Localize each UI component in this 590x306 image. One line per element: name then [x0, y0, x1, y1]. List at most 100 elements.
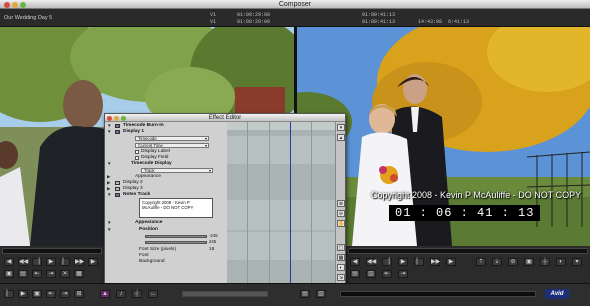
left-timecode-1[interactable]: 01:00:29:00 — [237, 12, 270, 18]
rec-overwrite-button[interactable]: ▥ — [366, 270, 376, 278]
effect-parameters-pane: ▼ Timecode Burn-In ▼ Display 1 Timecode … — [105, 122, 227, 285]
timeline-scale-slider[interactable] — [182, 291, 268, 297]
disclosure-triangle-icon[interactable]: ▼ — [107, 227, 111, 233]
source-transport-strip: ◀ ◀◀ ▕ ▶ ▏ ▶▶ ▶ ▣ ▤ ⇤ ⇥ ✕ ▦ — [0, 246, 104, 283]
disclosure-triangle-icon[interactable]: ▼ — [107, 161, 111, 167]
fast-forward-button[interactable]: ▶▶ — [74, 258, 84, 266]
reduce-icon[interactable]: ▾ — [337, 124, 345, 131]
go-to-out-button[interactable]: ⇥ — [46, 270, 56, 278]
keyframe-graph[interactable] — [227, 122, 335, 285]
rec-clip-button[interactable]: ▣ — [524, 258, 534, 266]
toolbar-record-icon[interactable]: ▲ — [100, 290, 110, 298]
position-x-slider[interactable] — [145, 235, 207, 238]
param-row-display1[interactable]: ▼ Display 1 — [105, 129, 227, 135]
play-button[interactable]: ▶ — [46, 258, 56, 266]
param-row-background[interactable]: Background — [105, 259, 227, 265]
effect-editor-titlebar[interactable]: Effect Editor — [105, 114, 345, 122]
param-row-timecode-display[interactable]: ▼ Timecode Display — [105, 161, 227, 167]
record-position-bar[interactable] — [348, 248, 588, 254]
param-label: Appearance — [135, 220, 163, 225]
step-back-button[interactable]: ◀ — [4, 258, 14, 266]
rec-render-button[interactable]: ◐ — [556, 258, 566, 266]
left-timecode-2[interactable]: 01:00:29:00 — [237, 19, 270, 25]
match-frame-button[interactable]: ▦ — [74, 270, 84, 278]
disclosure-triangle-icon[interactable]: ▼ — [107, 129, 111, 135]
current-time-dropdown[interactable]: Current Time — [135, 143, 209, 149]
rec-play-button[interactable]: ▶ — [398, 258, 408, 266]
toolbar-button-6[interactable]: ⊞ — [74, 290, 84, 298]
grid-line — [311, 122, 312, 285]
rec-go-out-button[interactable]: ⇥ — [398, 270, 408, 278]
source-position-bar[interactable] — [2, 248, 102, 254]
toolbar-button-2[interactable]: ▶ — [18, 290, 28, 298]
rec-splice-button[interactable]: ▤ — [350, 270, 360, 278]
grid-icon[interactable]: ▦ — [337, 254, 345, 261]
rec-mark-in-button[interactable]: ▕ — [382, 258, 392, 266]
track-dropdown[interactable]: Track — [141, 168, 213, 174]
right-timecode-1[interactable]: 01:00:41:13 — [362, 12, 395, 18]
minimize-window-button[interactable] — [12, 2, 18, 8]
position-y-slider[interactable] — [145, 241, 207, 244]
timecode-source-dropdown[interactable]: Timecode — [135, 136, 209, 142]
splice-button[interactable]: ▣ — [4, 270, 14, 278]
mark-in-button[interactable]: ▕ — [32, 258, 42, 266]
toolbar-audio-icon[interactable]: ♪ — [116, 290, 126, 298]
rec-mark-out-button[interactable]: ▏ — [414, 258, 424, 266]
toolbar-button-7[interactable]: ▤ — [300, 290, 310, 298]
left-tc-label-1: V1 — [210, 12, 217, 18]
position-y-value[interactable]: 245 — [209, 239, 216, 244]
outline-icon[interactable]: ▢ — [337, 244, 345, 251]
right-timecode-2[interactable]: 01:00:41:13 — [362, 19, 395, 25]
rewind-button[interactable]: ◀◀ — [18, 258, 28, 266]
enable-toggle-icon[interactable] — [115, 130, 120, 134]
enable-toggle-icon[interactable] — [115, 193, 120, 197]
toolbar-button-1[interactable]: ▏ — [4, 290, 14, 298]
clear-marks-button[interactable]: ✕ — [60, 270, 70, 278]
display-field-checkbox[interactable] — [135, 156, 139, 160]
close-window-button[interactable] — [4, 2, 10, 8]
rec-extract-button[interactable]: ⇣ — [492, 258, 502, 266]
right-duration-2[interactable]: 6:41:13 — [448, 19, 469, 25]
enlarge-icon[interactable]: ▴ — [337, 134, 345, 141]
zoom-in-icon[interactable]: ⊕ — [337, 200, 345, 207]
sequence-name[interactable]: Our Wedding Day 5 — [4, 15, 52, 21]
rec-rewind-button[interactable]: ◀◀ — [366, 258, 376, 266]
fx-zoom-button[interactable] — [121, 115, 126, 121]
toolbar-segment-icon[interactable]: ↔ — [148, 290, 158, 298]
go-to-in-button[interactable]: ⇤ — [32, 270, 42, 278]
rec-lift-button[interactable]: ⇡ — [476, 258, 486, 266]
toolbar-button-4[interactable]: ⇤ — [46, 290, 56, 298]
toolbar-button-5[interactable]: ⇥ — [60, 290, 70, 298]
zoom-out-icon[interactable]: ⊖ — [337, 210, 345, 217]
toolbar-trim-icon[interactable]: ┤ — [132, 290, 142, 298]
rec-step-back-button[interactable]: ◀ — [350, 258, 360, 266]
rec-no-entry-button[interactable]: ⊘ — [508, 258, 518, 266]
rec-step-forward-button[interactable]: ▶ — [446, 258, 456, 266]
toolbar-button-3[interactable]: ▣ — [32, 290, 42, 298]
rec-go-in-button[interactable]: ⇤ — [382, 270, 392, 278]
disclosure-triangle-icon[interactable]: ▼ — [107, 220, 111, 226]
notes-text-field[interactable]: Copyright 2008 - Kevin P McAuliffe - DO … — [139, 198, 213, 218]
enable-toggle-icon[interactable] — [115, 187, 120, 191]
enable-toggle-icon[interactable] — [115, 181, 120, 185]
overwrite-button[interactable]: ▤ — [18, 270, 28, 278]
rec-add-edit-button[interactable]: ┼ — [540, 258, 550, 266]
keyframe-playhead[interactable] — [290, 122, 291, 285]
step-forward-button[interactable]: ▶ — [88, 258, 98, 266]
render-icon[interactable]: ◐ — [337, 264, 345, 271]
display-label-checkbox[interactable] — [135, 150, 139, 154]
rec-more-button[interactable]: ▾ — [572, 258, 582, 266]
rec-fast-forward-button[interactable]: ▶▶ — [430, 258, 440, 266]
position-x-value[interactable]: -245 — [209, 233, 218, 238]
timeline-scroll-bar[interactable] — [340, 291, 536, 297]
mark-out-button[interactable]: ▏ — [60, 258, 70, 266]
disclosure-triangle-icon[interactable]: ▼ — [107, 192, 111, 198]
fx-close-button[interactable] — [107, 115, 112, 121]
toolbar-button-8[interactable]: ▥ — [316, 290, 326, 298]
fx-minimize-button[interactable] — [114, 115, 119, 121]
zoom-window-button[interactable] — [20, 2, 26, 8]
param-row-appearance-2[interactable]: ▼ Appearance — [105, 220, 227, 226]
right-duration-1[interactable]: 14:43:08 — [418, 19, 442, 25]
hand-tool-icon[interactable]: ✋ — [337, 220, 345, 227]
pin-icon[interactable]: ⇲ — [337, 274, 345, 281]
